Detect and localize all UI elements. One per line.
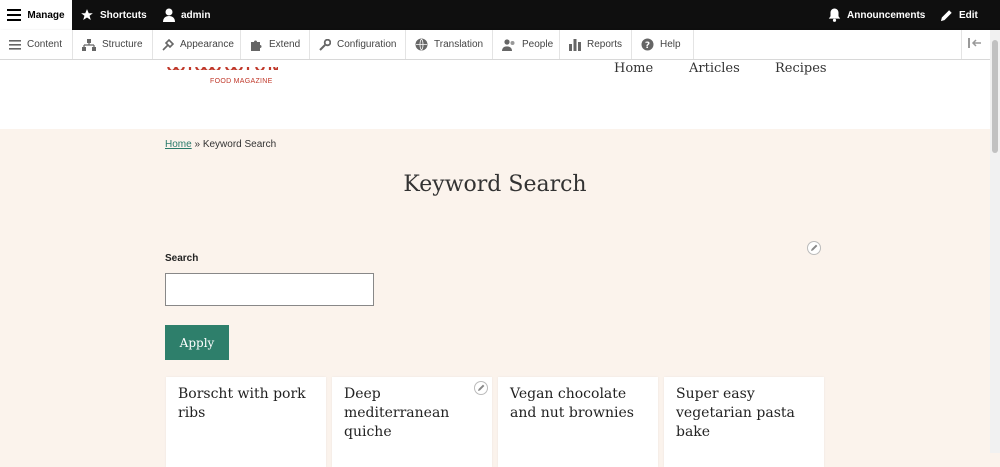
site-logo[interactable] <box>166 62 278 70</box>
collapse-left-icon <box>968 38 982 51</box>
extend-icon <box>250 39 263 51</box>
shortcuts-tab[interactable]: Shortcuts <box>80 0 147 30</box>
result-card[interactable]: Vegan chocolate and nut brownies <box>498 377 658 467</box>
menu-item-label: People <box>522 39 554 50</box>
translation-icon <box>415 38 428 51</box>
help-icon: ? <box>641 38 654 51</box>
configuration-icon <box>319 38 331 51</box>
collapse-toolbar-button[interactable] <box>961 30 988 59</box>
nav-articles-link[interactable]: Articles <box>689 61 740 76</box>
site-header <box>0 60 990 129</box>
pencil-icon <box>940 9 953 22</box>
announcements-tab[interactable]: Announcements <box>828 0 925 30</box>
bell-icon <box>828 8 841 22</box>
edit-label: Edit <box>959 9 978 21</box>
card-title[interactable]: Super easy vegetarian pasta bake <box>676 385 816 442</box>
page-title: Keyword Search <box>403 172 587 197</box>
admin-menu: Content Structure Appearance Extend Conf… <box>0 30 1000 60</box>
menu-item-extend[interactable]: Extend <box>241 30 310 59</box>
menu-item-structure[interactable]: Structure <box>73 30 153 59</box>
apply-button[interactable]: Apply <box>165 325 229 360</box>
menu-item-help[interactable]: ? Help <box>632 30 694 59</box>
result-card[interactable]: Deep mediterranean quiche <box>332 377 492 467</box>
menu-item-label: Appearance <box>180 39 234 50</box>
star-icon <box>80 8 94 22</box>
breadcrumb-home-link[interactable]: Home <box>165 139 192 150</box>
search-input[interactable] <box>165 273 374 306</box>
announcements-label: Announcements <box>847 9 926 21</box>
search-label: Search <box>165 253 199 264</box>
card-title[interactable]: Vegan chocolate and nut brownies <box>510 385 650 423</box>
content-icon <box>9 39 21 51</box>
admin-toolbar: Manage Shortcuts admin Announcements Edi… <box>0 0 1000 30</box>
card-title[interactable]: Borscht with pork ribs <box>178 385 318 423</box>
user-tab[interactable]: admin <box>163 0 210 30</box>
nav-home-link[interactable]: Home <box>614 61 653 76</box>
page-scrollbar[interactable] <box>990 30 1000 453</box>
edit-tab[interactable]: Edit <box>940 0 978 30</box>
contextual-edit-pencil-icon[interactable] <box>807 241 821 255</box>
menu-item-label: Help <box>660 39 681 50</box>
reports-icon <box>569 38 581 51</box>
breadcrumb: Home » Keyword Search <box>165 139 276 150</box>
contextual-edit-pencil-icon[interactable] <box>474 381 488 395</box>
menu-item-configuration[interactable]: Configuration <box>310 30 406 59</box>
menu-item-label: Extend <box>269 39 301 50</box>
logo-subtitle: FOOD MAGAZINE <box>210 78 273 85</box>
menu-item-appearance[interactable]: Appearance <box>153 30 241 59</box>
people-icon <box>502 38 516 51</box>
breadcrumb-current: Keyword Search <box>202 139 277 150</box>
menu-item-label: Reports <box>587 39 623 50</box>
user-label: admin <box>181 9 211 21</box>
menu-item-reports[interactable]: Reports <box>560 30 632 59</box>
user-icon <box>163 8 175 22</box>
menu-item-translation[interactable]: Translation <box>406 30 493 59</box>
menu-item-label: Content <box>27 39 63 50</box>
menu-item-label: Structure <box>102 39 143 50</box>
structure-icon <box>82 38 96 51</box>
result-card[interactable]: Super easy vegetarian pasta bake <box>664 377 824 467</box>
svg-text:?: ? <box>645 41 650 51</box>
menu-item-content[interactable]: Content <box>0 30 73 59</box>
appearance-icon <box>162 38 174 51</box>
hamburger-icon <box>7 9 22 21</box>
nav-recipes-link[interactable]: Recipes <box>775 61 827 76</box>
result-card[interactable]: Borscht with pork ribs <box>166 377 326 467</box>
card-title[interactable]: Deep mediterranean quiche <box>344 385 484 442</box>
menu-item-people[interactable]: People <box>493 30 560 59</box>
shortcuts-label: Shortcuts <box>100 9 147 21</box>
menu-item-label: Translation <box>434 39 484 50</box>
manage-tab[interactable]: Manage <box>0 0 72 30</box>
scrollbar-thumb[interactable] <box>992 40 998 153</box>
breadcrumb-separator: » <box>194 139 201 150</box>
menu-item-label: Configuration <box>337 39 397 50</box>
manage-label: Manage <box>27 9 65 21</box>
